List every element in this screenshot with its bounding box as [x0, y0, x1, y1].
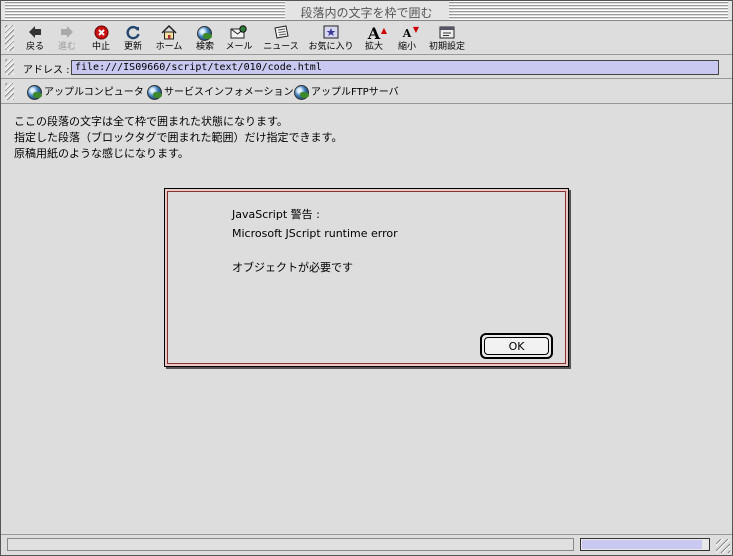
- mail-label: メール: [225, 42, 253, 52]
- toolbar-grip[interactable]: [5, 25, 14, 51]
- status-bar: [1, 534, 732, 555]
- ok-button[interactable]: OK: [480, 333, 553, 359]
- font-smaller-icon: A ▼: [402, 24, 419, 40]
- title-bar[interactable]: 段落内の文字を枠で囲む: [1, 1, 732, 21]
- favorite-apple-ftp-server[interactable]: アップルFTPサーバ: [294, 84, 399, 101]
- favorites-button[interactable]: お気に入り: [306, 25, 356, 55]
- favorites-icon: [306, 25, 356, 42]
- globe-icon: [147, 84, 162, 100]
- home-label: ホーム: [155, 42, 183, 52]
- forward-button[interactable]: 進む: [53, 25, 81, 55]
- dialog-heading: JavaScript 警告 :: [232, 208, 320, 221]
- dialog-error: Microsoft JScript runtime error: [232, 227, 398, 240]
- news-button[interactable]: ニュース: [261, 25, 301, 55]
- refresh-icon: [119, 25, 147, 42]
- address-bar-grip[interactable]: [5, 59, 14, 75]
- address-input[interactable]: file:///IS09660/script/text/010/code.htm…: [71, 60, 719, 75]
- browser-window: 段落内の文字を枠で囲む 戻る 進む 中止 更新 ホーム 検索 メール ニュース …: [0, 0, 733, 556]
- back-button[interactable]: 戻る: [21, 25, 49, 55]
- mail-icon: [222, 25, 256, 42]
- favorites-bar: アップルコンピュータ サービスインフォメーション アップルFTPサーバ: [1, 80, 732, 104]
- back-label: 戻る: [25, 42, 44, 52]
- font-larger-label: 拡大: [364, 42, 383, 52]
- font-smaller-button[interactable]: A ▼ 縮小: [394, 24, 420, 55]
- favorite-label: サービスインフォメーション: [164, 87, 294, 98]
- preferences-button[interactable]: 初期設定: [427, 25, 467, 55]
- forward-arrow-icon: [53, 25, 81, 42]
- favorite-apple-computer[interactable]: アップルコンピュータ: [27, 84, 144, 101]
- content-line: 指定した段落（ブロックタグで囲まれた範囲）だけ指定できます。: [14, 131, 343, 144]
- forward-label: 進む: [57, 42, 76, 52]
- favorites-label: お気に入り: [308, 42, 354, 52]
- javascript-alert-dialog: JavaScript 警告 : Microsoft JScript runtim…: [164, 188, 569, 367]
- progress-fill: [582, 540, 702, 549]
- font-larger-icon: A ▲: [367, 24, 387, 43]
- preferences-icon: [427, 25, 467, 42]
- stop-button[interactable]: 中止: [87, 25, 115, 55]
- home-button[interactable]: ホーム: [151, 24, 187, 55]
- preferences-label: 初期設定: [428, 42, 465, 52]
- address-label: アドレス :: [23, 65, 70, 76]
- news-label: ニュース: [263, 42, 299, 52]
- favorite-label: アップルFTPサーバ: [311, 87, 399, 98]
- stop-label: 中止: [91, 42, 110, 52]
- search-label: 検索: [195, 42, 214, 52]
- content-line: ここの段落の文字は全て枠で囲まれた状態になります。: [14, 115, 288, 128]
- globe-icon: [294, 84, 309, 100]
- refresh-button[interactable]: 更新: [119, 25, 147, 55]
- refresh-label: 更新: [123, 42, 142, 52]
- back-arrow-icon: [21, 25, 49, 42]
- favorite-service-information[interactable]: サービスインフォメーション: [147, 84, 294, 101]
- font-larger-button[interactable]: A ▲ 拡大: [361, 25, 387, 55]
- stop-icon: [87, 25, 115, 42]
- window-title: 段落内の文字を枠で囲む: [1, 4, 732, 21]
- news-icon: [261, 25, 301, 42]
- mail-button[interactable]: メール: [222, 25, 256, 55]
- content-line: 原稿用紙のような感じになります。: [14, 147, 189, 160]
- resize-grip[interactable]: [716, 539, 730, 553]
- toolbar: 戻る 進む 中止 更新 ホーム 検索 メール ニュース お気に入り A ▲ 拡大…: [1, 22, 732, 55]
- dialog-message: オブジェクトが必要です: [232, 261, 353, 274]
- globe-icon: [27, 84, 42, 100]
- favorites-bar-grip[interactable]: [5, 83, 14, 100]
- font-smaller-label: 縮小: [397, 42, 416, 52]
- search-globe-icon: [191, 25, 219, 42]
- status-text-field: [7, 538, 574, 551]
- search-button[interactable]: 検索: [191, 25, 219, 55]
- home-icon: [151, 24, 187, 42]
- address-bar: アドレス : file:///IS09660/script/text/010/c…: [1, 56, 732, 79]
- progress-bar: [580, 538, 710, 551]
- favorite-label: アップルコンピュータ: [44, 87, 144, 98]
- ok-button-label: OK: [484, 337, 549, 355]
